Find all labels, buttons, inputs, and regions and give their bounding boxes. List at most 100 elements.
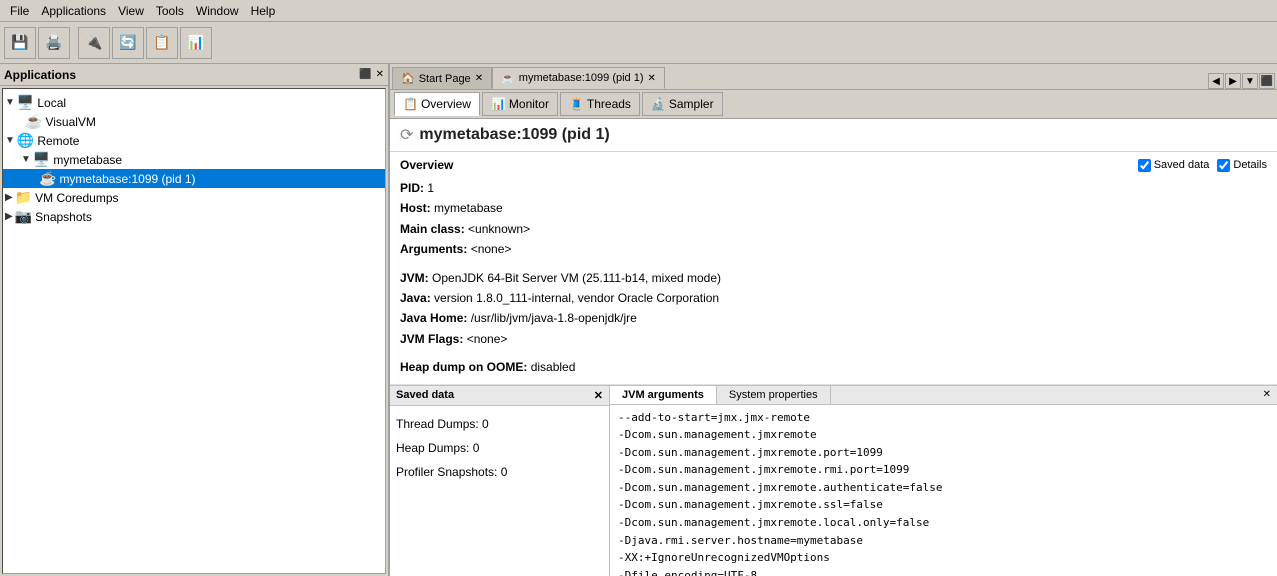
toolbar-print-btn[interactable]: 🖨️ (38, 27, 70, 59)
main-layout: Applications ⬛ ✕ ▼ 🖥️ Local ☕ VisualVM ▼… (0, 64, 1277, 576)
vmcoredumps-label: VM Coredumps (35, 191, 118, 205)
details-checkbox-text: Details (1233, 159, 1267, 171)
local-label: Local (37, 96, 66, 110)
toolbar-save-btn[interactable]: 💾 (4, 27, 36, 59)
host-label: Host: (400, 201, 431, 215)
right-panel: 🏠 Start Page ✕ ☕ mymetabase:1099 (pid 1)… (390, 64, 1277, 576)
tree-item-visualvm[interactable]: ☕ VisualVM (3, 112, 385, 131)
overview-tab-label: Overview (421, 97, 471, 111)
menu-help[interactable]: Help (245, 2, 282, 20)
snapshots-icon: 📷 (15, 208, 32, 225)
menu-window[interactable]: Window (190, 2, 245, 20)
saved-data-checkbox[interactable] (1138, 159, 1151, 172)
saved-data-content: Thread Dumps: 0 Heap Dumps: 0 Profiler S… (390, 406, 609, 490)
tab-restore-btn[interactable]: ⬛ (1259, 73, 1275, 89)
saved-data-close-btn[interactable]: ✕ (594, 389, 603, 402)
pid-label: PID: (400, 181, 424, 195)
expand-remote-icon[interactable]: ▼ (5, 135, 15, 146)
host-value: mymetabase (434, 201, 503, 215)
overview-info: PID: 1 Host: mymetabase Main class: <unk… (400, 178, 1267, 378)
main-class-label: Main class: (400, 222, 465, 236)
tab-threads[interactable]: 🧵 Threads (560, 92, 640, 116)
expand-icon[interactable]: ⬛ (359, 69, 371, 80)
thread-dumps-label: Thread Dumps: (396, 417, 479, 431)
toolbar-connect-btn[interactable]: 🔌 (78, 27, 110, 59)
monitor-tab-label: Monitor (509, 97, 549, 111)
jvm-arg-0: --add-to-start=jmx.jmx-remote (618, 409, 1269, 427)
toolbar-clipboard-btn[interactable]: 📋 (146, 27, 178, 59)
page-title-bar: ⟳ mymetabase:1099 (pid 1) (390, 119, 1277, 152)
jvm-flags-label: JVM Flags: (400, 332, 463, 346)
heap-dumps-value: 0 (473, 441, 480, 455)
menu-file[interactable]: File (4, 2, 35, 20)
jvm-value: OpenJDK 64-Bit Server VM (25.111-b14, mi… (432, 271, 721, 285)
jvm-arguments-tab[interactable]: JVM arguments (610, 386, 717, 404)
start-page-tab-close[interactable]: ✕ (475, 73, 483, 84)
outer-tab-bar: 🏠 Start Page ✕ ☕ mymetabase:1099 (pid 1)… (390, 64, 1277, 90)
jvm-arg-4: -Dcom.sun.management.jmxremote.authentic… (618, 479, 1269, 497)
expand-local-icon[interactable]: ▼ (5, 97, 15, 108)
saved-data-checkbox-label[interactable]: Saved data (1138, 159, 1210, 172)
jvm-panel: JVM arguments System properties ✕ --add-… (610, 386, 1277, 576)
overview-checkboxes: Saved data Details (1138, 159, 1267, 172)
expand-snapshots-icon[interactable]: ▶ (5, 211, 13, 222)
tab-prev-btn[interactable]: ◀ (1208, 73, 1224, 89)
bottom-panels: Saved data ✕ Thread Dumps: 0 Heap Dumps:… (390, 385, 1277, 576)
overview-section-label: Overview (400, 158, 453, 172)
remote-icon: 🌐 (17, 132, 34, 149)
main-class-value: <unknown> (468, 222, 530, 236)
toolbar-chart-btn[interactable]: 📊 (180, 27, 212, 59)
left-panel: Applications ⬛ ✕ ▼ 🖥️ Local ☕ VisualVM ▼… (0, 64, 390, 576)
threads-tab-label: Threads (587, 97, 631, 111)
tab-overview[interactable]: 📋 Overview (394, 92, 480, 116)
tree-item-snapshots[interactable]: ▶ 📷 Snapshots (3, 207, 385, 226)
tree-item-vmcoredumps[interactable]: ▶ 📁 VM Coredumps (3, 188, 385, 207)
heap-dump-value: disabled (531, 360, 576, 374)
system-properties-tab[interactable]: System properties (717, 386, 831, 404)
jvm-content: --add-to-start=jmx.jmx-remote -Dcom.sun.… (610, 405, 1277, 576)
details-checkbox[interactable] (1217, 159, 1230, 172)
threads-tab-icon: 🧵 (569, 97, 584, 111)
tree-item-mymetabase-pid[interactable]: ☕ mymetabase:1099 (pid 1) (3, 169, 385, 188)
applications-title: Applications (4, 68, 76, 82)
mymetabase-pid-icon: ☕ (39, 170, 56, 187)
close-left-panel-btn[interactable]: ✕ (376, 69, 384, 80)
content-area: ⟳ mymetabase:1099 (pid 1) Overview Saved… (390, 119, 1277, 576)
toolbar-refresh-btn[interactable]: 🔄 (112, 27, 144, 59)
remote-label: Remote (37, 134, 79, 148)
mymetabase-label: mymetabase (53, 153, 122, 167)
mymetabase-tab-icon: ☕ (501, 72, 515, 85)
java-home-value: /usr/lib/jvm/java-1.8-openjdk/jre (471, 311, 637, 325)
tab-next-btn[interactable]: ▶ (1225, 73, 1241, 89)
jvm-arg-1: -Dcom.sun.management.jmxremote (618, 426, 1269, 444)
local-icon: 🖥️ (17, 94, 34, 111)
applications-tree: ▼ 🖥️ Local ☕ VisualVM ▼ 🌐 Remote ▼ 🖥️ my… (2, 88, 386, 574)
tree-item-local[interactable]: ▼ 🖥️ Local (3, 93, 385, 112)
menu-tools[interactable]: Tools (150, 2, 190, 20)
mymetabase-tab[interactable]: ☕ mymetabase:1099 (pid 1) ✕ (492, 67, 665, 89)
start-page-tab[interactable]: 🏠 Start Page ✕ (392, 67, 492, 89)
expand-mymetabase-icon[interactable]: ▼ (21, 154, 31, 165)
start-page-tab-icon: 🏠 (401, 72, 415, 85)
monitor-tab-icon: 📊 (491, 97, 506, 111)
arguments-value: <none> (471, 242, 512, 256)
tab-monitor[interactable]: 📊 Monitor (482, 92, 558, 116)
tab-dropdown-btn[interactable]: ▼ (1242, 73, 1258, 89)
menu-applications[interactable]: Applications (35, 2, 112, 20)
tree-item-mymetabase[interactable]: ▼ 🖥️ mymetabase (3, 150, 385, 169)
expand-vmcoredumps-icon[interactable]: ▶ (5, 192, 13, 203)
jvm-arg-7: -Djava.rmi.server.hostname=mymetabase (618, 532, 1269, 550)
mymetabase-pid-label: mymetabase:1099 (pid 1) (59, 172, 195, 186)
saved-data-checkbox-text: Saved data (1154, 159, 1210, 171)
mymetabase-tab-close[interactable]: ✕ (648, 73, 656, 84)
jvm-tabs: JVM arguments System properties ✕ (610, 386, 1277, 405)
details-checkbox-label[interactable]: Details (1217, 159, 1267, 172)
java-home-label: Java Home: (400, 311, 467, 325)
jvm-panel-close-btn[interactable]: ✕ (1257, 386, 1277, 404)
jvm-flags-value: <none> (467, 332, 508, 346)
heap-dumps-label: Heap Dumps: (396, 441, 469, 455)
tree-item-remote[interactable]: ▼ 🌐 Remote (3, 131, 385, 150)
menu-view[interactable]: View (112, 2, 150, 20)
vmcoredumps-icon: 📁 (15, 189, 32, 206)
tab-sampler[interactable]: 🔬 Sampler (642, 92, 723, 116)
